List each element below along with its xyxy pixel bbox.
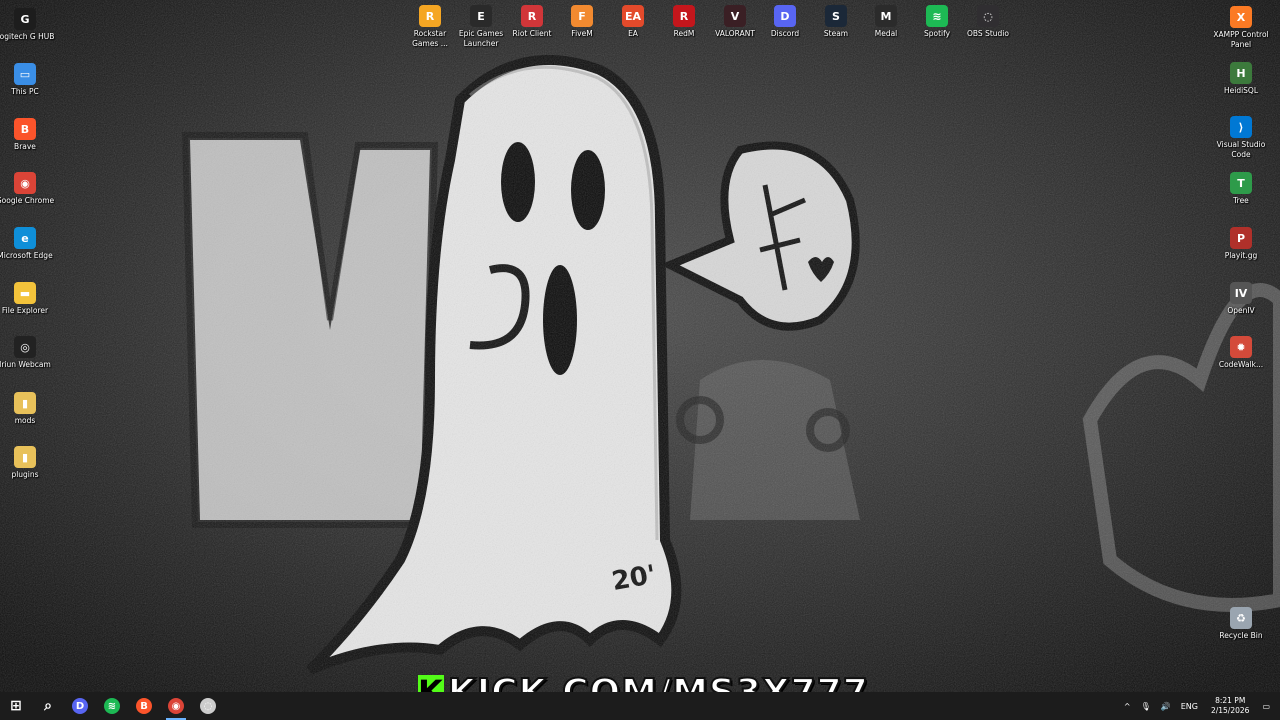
- shortcut-label: OBS Studio: [967, 29, 1009, 38]
- search-icon: ⌕: [44, 698, 52, 714]
- clock-time: 8:21 PM: [1215, 696, 1246, 705]
- desktop-wallpaper: 20': [0, 0, 1280, 692]
- this-pc-shortcut[interactable]: ▭ This PC: [0, 63, 55, 97]
- shortcut-label: XAMPP Control Panel: [1213, 30, 1269, 49]
- google-chrome-shortcut[interactable]: ◉ Google Chrome: [0, 172, 55, 206]
- ghost-graffiti-wallpaper: 20': [0, 0, 1280, 692]
- shortcut-label: Brave: [14, 142, 36, 151]
- brave-shortcut[interactable]: B Brave: [0, 118, 55, 152]
- brave-icon: B: [136, 698, 152, 714]
- mods-folder-shortcut[interactable]: ▮ mods: [0, 392, 55, 426]
- shortcut-label: Iriun Webcam: [0, 360, 51, 369]
- discord-icon: D: [774, 5, 796, 27]
- xampp-control-panel-icon: X: [1230, 6, 1252, 28]
- windows-icon: ⊞: [10, 698, 22, 714]
- shortcut-label: Logitech G HUB: [0, 32, 55, 41]
- openiv-icon: IV: [1230, 282, 1252, 304]
- steam-icon: S: [825, 5, 847, 27]
- rockstar-games-icon: R: [419, 5, 441, 27]
- search-button[interactable]: ⌕: [32, 692, 64, 720]
- shortcut-label: File Explorer: [1, 306, 49, 315]
- shortcut-label: Playit.gg: [1224, 251, 1258, 260]
- obs-studio-icon: ◌: [200, 698, 216, 714]
- visual-studio-code-shortcut[interactable]: ⟩ Visual Studio Code: [1211, 116, 1271, 160]
- shortcut-label: Google Chrome: [0, 196, 55, 205]
- shortcut-label: HeidiSQL: [1223, 86, 1259, 95]
- logitech-g-hub-icon: G: [14, 8, 36, 30]
- medal-icon: M: [875, 5, 897, 27]
- google-chrome-icon: ◉: [14, 172, 36, 194]
- playit-gg-shortcut[interactable]: P Playit.gg: [1211, 227, 1271, 261]
- visual-studio-code-icon: ⟩: [1230, 116, 1252, 138]
- google-chrome-icon: ◉: [168, 698, 184, 714]
- file-explorer-shortcut[interactable]: ▬ File Explorer: [0, 282, 55, 316]
- taskbar: ⊞ ⌕ D ≋ B ◉ ◌ ^ 🎙 🔊 ENG 8:21 PM 2/15/2026 ▭: [0, 692, 1280, 720]
- taskbar-obs[interactable]: ◌: [192, 692, 224, 720]
- mods-folder-icon: ▮: [14, 392, 36, 414]
- microsoft-edge-icon: e: [14, 227, 36, 249]
- shortcut-label: This PC: [11, 87, 39, 96]
- microphone-icon[interactable]: 🎙: [1136, 702, 1156, 711]
- tree-icon: T: [1230, 172, 1252, 194]
- shortcut-label: CodeWalk...: [1218, 360, 1264, 369]
- taskbar-clock[interactable]: 8:21 PM 2/15/2026: [1203, 696, 1257, 716]
- taskbar-discord[interactable]: D: [64, 692, 96, 720]
- codewalker-shortcut[interactable]: ✹ CodeWalk...: [1211, 336, 1271, 370]
- iriun-webcam-shortcut[interactable]: ◎ Iriun Webcam: [0, 336, 55, 370]
- discord-icon: D: [72, 698, 88, 714]
- valorant-icon: V: [724, 5, 746, 27]
- shortcut-label: mods: [14, 416, 36, 425]
- logitech-g-hub-shortcut[interactable]: G Logitech G HUB: [0, 8, 55, 42]
- notification-center-icon[interactable]: ▭: [1257, 702, 1280, 711]
- microsoft-edge-shortcut[interactable]: e Microsoft Edge: [0, 227, 55, 261]
- taskbar-chrome[interactable]: ◉: [160, 692, 192, 720]
- clock-date: 2/15/2026: [1210, 706, 1250, 715]
- spotify-icon: ≋: [926, 5, 948, 27]
- show-hidden-icons-chevron[interactable]: ^: [1119, 702, 1136, 711]
- language-indicator[interactable]: ENG: [1176, 702, 1203, 711]
- shortcut-label: Recycle Bin: [1219, 631, 1263, 640]
- shortcut-label: Visual Studio Code: [1216, 140, 1266, 159]
- heidisql-icon: H: [1230, 62, 1252, 84]
- playit-gg-icon: P: [1230, 227, 1252, 249]
- codewalker-icon: ✹: [1230, 336, 1252, 358]
- tree-shortcut[interactable]: T Tree: [1211, 172, 1271, 206]
- this-pc-icon: ▭: [14, 63, 36, 85]
- shortcut-label: OpenIV: [1227, 306, 1255, 315]
- shortcut-label: Microsoft Edge: [0, 251, 53, 260]
- heidisql-shortcut[interactable]: H HeidiSQL: [1211, 62, 1271, 96]
- fivem-icon: F: [571, 5, 593, 27]
- obs-studio-shortcut[interactable]: ◌ OBS Studio: [958, 5, 1018, 39]
- plugins-folder-icon: ▮: [14, 446, 36, 468]
- taskbar-pinned-apps: ⊞ ⌕ D ≋ B ◉ ◌: [0, 692, 224, 720]
- epic-games-launcher-icon: E: [470, 5, 492, 27]
- iriun-webcam-icon: ◎: [14, 336, 36, 358]
- plugins-folder-shortcut[interactable]: ▮ plugins: [0, 446, 55, 480]
- start-button[interactable]: ⊞: [0, 692, 32, 720]
- taskbar-spotify[interactable]: ≋: [96, 692, 128, 720]
- file-explorer-icon: ▬: [14, 282, 36, 304]
- speaker-icon[interactable]: 🔊: [1156, 702, 1176, 711]
- recycle-bin-shortcut[interactable]: ♻ Recycle Bin: [1211, 607, 1271, 641]
- redm-icon: R: [673, 5, 695, 27]
- openiv-shortcut[interactable]: IV OpenIV: [1211, 282, 1271, 316]
- system-tray: ^ 🎙 🔊 ENG 8:21 PM 2/15/2026 ▭: [1119, 692, 1280, 720]
- riot-client-icon: R: [521, 5, 543, 27]
- spotify-icon: ≋: [104, 698, 120, 714]
- shortcut-label: plugins: [11, 470, 39, 479]
- brave-icon: B: [14, 118, 36, 140]
- xampp-control-panel-shortcut[interactable]: X XAMPP Control Panel: [1211, 6, 1271, 50]
- obs-studio-icon: ◌: [977, 5, 999, 27]
- shortcut-label: Tree: [1233, 196, 1249, 205]
- ea-icon: EA: [622, 5, 644, 27]
- recycle-bin-icon: ♻: [1230, 607, 1252, 629]
- taskbar-brave[interactable]: B: [128, 692, 160, 720]
